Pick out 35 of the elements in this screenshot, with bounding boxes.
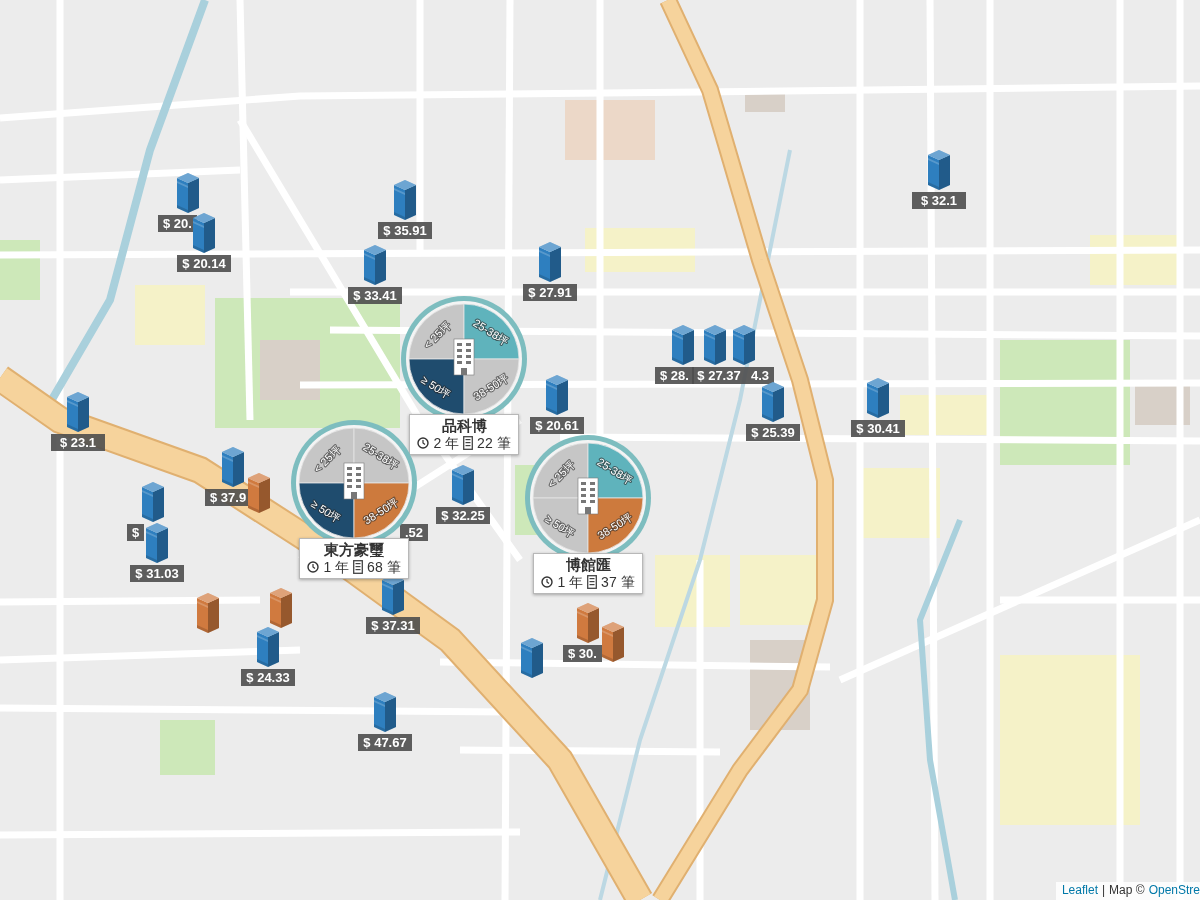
segment-label: < 25坪 xyxy=(421,319,453,351)
price-label: $ 31.03 xyxy=(130,565,184,582)
price-label: $ 30. xyxy=(563,645,602,662)
price-label: $ 30.41 xyxy=(851,420,905,437)
record-count: 22 筆 xyxy=(477,435,511,451)
building-age: 1 年 xyxy=(557,574,584,590)
price-label: $ 23.1 xyxy=(51,434,105,451)
price-label: $ 20.14 xyxy=(177,255,231,272)
price-label: .52 xyxy=(400,524,429,541)
price-label: $ 25.39 xyxy=(746,424,800,441)
record-count: 37 筆 xyxy=(601,574,635,590)
segment-label: ≥ 50坪 xyxy=(309,497,343,525)
price-label: $ 24.33 xyxy=(241,669,295,686)
price-label: $ 20. xyxy=(158,215,197,232)
price-label: $ 32.25 xyxy=(436,507,490,524)
price-label: $ 28. xyxy=(655,367,694,384)
record-count: 68 筆 xyxy=(367,559,401,575)
price-label: $ 32.1 xyxy=(912,192,966,209)
separator: | xyxy=(1101,883,1106,898)
segment-label: < 25坪 xyxy=(311,443,343,475)
price-label: $ 33.41 xyxy=(348,287,402,304)
segment-label: ≥ 50坪 xyxy=(543,512,577,540)
segment-label: < 25坪 xyxy=(545,458,577,490)
map-credit: Map © xyxy=(1109,883,1145,898)
price-label: $ 37.31 xyxy=(366,617,420,634)
price-label: $ xyxy=(127,524,145,541)
building-age: 2 年 xyxy=(433,435,460,451)
price-label: 4.3 xyxy=(746,367,775,384)
price-label: $ 20.61 xyxy=(530,417,584,434)
building-age: 1 年 xyxy=(323,559,350,575)
price-label: $ 35.91 xyxy=(378,222,432,239)
price-label: $ 47.67 xyxy=(358,734,412,751)
price-label: $ 27.91 xyxy=(523,284,577,301)
price-label: $ 27.37 xyxy=(692,367,746,384)
segment-label: ≥ 50坪 xyxy=(419,373,453,401)
